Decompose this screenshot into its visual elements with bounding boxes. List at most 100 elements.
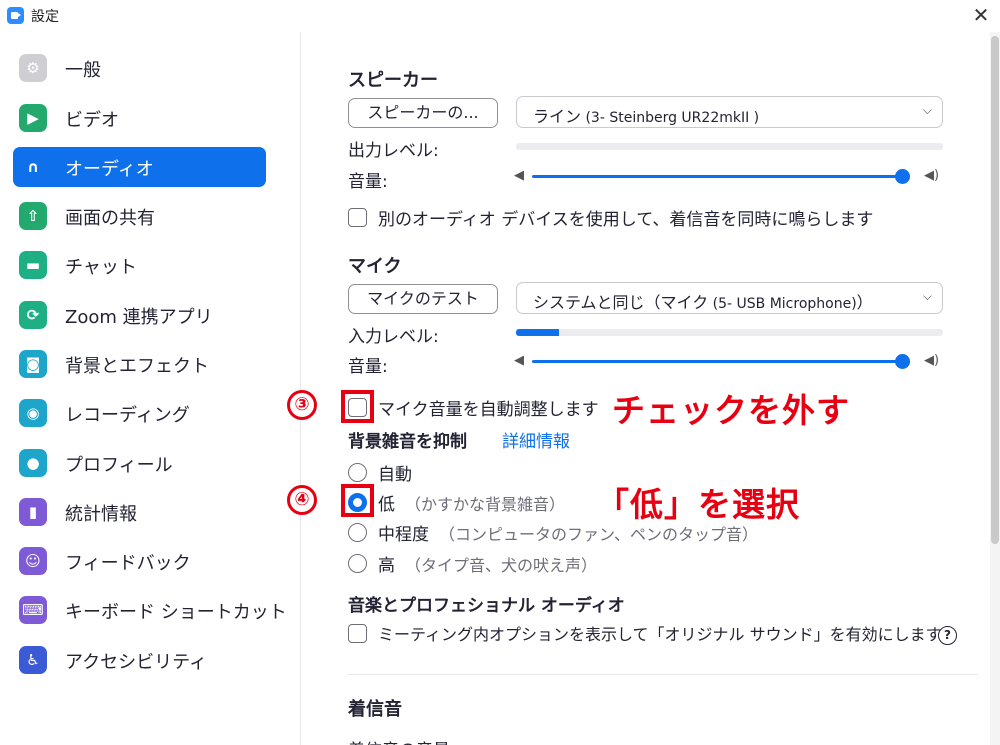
annotation-select-low-text: 「低」を選択 xyxy=(596,485,800,524)
speaker-section-title: スピーカー xyxy=(348,70,438,91)
annotation-highlight-radio xyxy=(341,484,374,517)
sidebar-item-profile[interactable]: ● プロフィール xyxy=(13,443,266,483)
test-mic-button[interactable]: マイクのテスト xyxy=(348,284,498,314)
apps-icon: ⟳ xyxy=(19,301,47,329)
output-level-meter xyxy=(516,143,943,150)
noise-suppression-title: 背景雑音を抑制 xyxy=(348,432,467,452)
sidebar-item-label: 背景とエフェクト xyxy=(65,356,209,377)
original-sound-checkbox[interactable] xyxy=(348,624,367,643)
noise-level-name: 中程度 xyxy=(378,525,429,545)
sidebar-item-gear[interactable]: ⚙ 一般 xyxy=(13,48,266,88)
annotation-highlight-checkbox xyxy=(341,390,374,423)
sidebar-item-label: キーボード ショートカット xyxy=(65,602,287,623)
sidebar-item-label: Zoom 連携アプリ xyxy=(65,307,213,328)
sidebar-item-statistics[interactable]: ▮ 統計情報 xyxy=(13,492,266,532)
profile-icon: ● xyxy=(19,449,47,477)
statistics-icon: ▮ xyxy=(19,498,47,526)
separate-ringtone-device-checkbox[interactable] xyxy=(348,208,367,227)
sidebar-item-label: オーディオ xyxy=(65,159,154,180)
speaker-high-icon: ◀) xyxy=(924,168,940,183)
video-icon: ▶ xyxy=(19,104,47,132)
noise-level-name: 高 xyxy=(378,556,395,576)
record-icon: ◉ xyxy=(19,399,47,427)
gear-icon: ⚙ xyxy=(19,54,47,82)
background-icon: ◙ xyxy=(19,350,47,378)
mic-high-icon: ◀) xyxy=(924,353,940,368)
speaker-device-detail: (3- Steinberg UR22mkII ) xyxy=(581,110,760,126)
noise-level-radio[interactable] xyxy=(348,463,367,482)
headphones-icon: ∩ xyxy=(26,158,40,176)
speaker-device-select[interactable]: ライン (3- Steinberg UR22mkII ) ⌵ xyxy=(516,96,943,128)
sidebar-item-video[interactable]: ▶ ビデオ xyxy=(13,98,266,138)
input-level-label: 入力レベル: xyxy=(348,327,439,347)
test-speaker-button[interactable]: スピーカーの... xyxy=(348,98,498,128)
sidebar-item-label: ビデオ xyxy=(65,110,119,131)
scrollbar-thumb[interactable] xyxy=(991,36,999,544)
noise-level-label: 自動 xyxy=(378,460,422,485)
original-sound-label: ミーティング内オプションを表示して「オリジナル サウンド」を有効にします xyxy=(378,625,942,644)
sidebar-item-label: アクセシビリティ xyxy=(65,652,208,673)
separate-ringtone-device-label: 別のオーディオ デバイスを使用して、着信音を同時に鳴らします xyxy=(378,210,874,230)
mic-device-name: システムと同じ（マイク xyxy=(533,293,709,312)
sidebar-item-apps[interactable]: ⟳ Zoom 連携アプリ xyxy=(13,295,266,335)
mic-section-title: マイク xyxy=(348,256,402,277)
chevron-down-icon: ⌵ xyxy=(922,289,932,303)
noise-level-label: 高 （タイプ音、犬の吠え声） xyxy=(378,551,597,576)
speaker-volume-handle[interactable] xyxy=(895,169,910,184)
output-level-label: 出力レベル: xyxy=(348,141,439,161)
feedback-icon: ☺ xyxy=(19,547,47,575)
noise-level-description: （タイプ音、犬の吠え声） xyxy=(405,556,598,575)
mic-volume-handle[interactable] xyxy=(895,354,910,369)
sidebar-item-background[interactable]: ◙ 背景とエフェクト xyxy=(13,344,266,384)
share-screen-icon: ⇧ xyxy=(19,202,47,230)
speaker-volume-label: 音量: xyxy=(348,172,388,192)
sidebar-item-label: 一般 xyxy=(65,60,101,81)
mic-device-select[interactable]: システムと同じ（マイク (5- USB Microphone)） ⌵ xyxy=(516,282,943,314)
sidebar-item-chat[interactable]: ▬ チャット xyxy=(13,245,266,285)
ringtone-section-title: 着信音 xyxy=(348,699,402,720)
annotation-step-4: ④ xyxy=(287,485,317,515)
mic-volume-label: 音量: xyxy=(348,357,388,377)
mic-volume-track xyxy=(532,360,902,363)
speaker-low-icon: ◀ xyxy=(514,168,524,183)
noise-level-label: 低 （かすかな背景雑音） xyxy=(378,490,565,515)
help-icon[interactable]: ? xyxy=(938,626,957,645)
speaker-device-name: ライン xyxy=(533,107,582,126)
sidebar-item-label: プロフィール xyxy=(65,455,173,476)
noise-level-name: 自動 xyxy=(378,465,412,485)
auto-adjust-mic-label: マイク音量を自動調整します xyxy=(378,400,599,420)
keyboard-icon: ⌨ xyxy=(19,596,47,624)
input-level-fill xyxy=(516,329,559,336)
learn-more-link[interactable]: 詳細情報 xyxy=(502,427,570,452)
chevron-down-icon: ⌵ xyxy=(922,103,932,117)
ringtone-volume-label: 着信音の音量 xyxy=(348,736,450,745)
sidebar-item-label: チャット xyxy=(65,257,137,278)
annotation-step-3: ③ xyxy=(287,390,317,420)
speaker-volume-track xyxy=(532,175,902,178)
sidebar-item-headphones[interactable]: ∩ オーディオ xyxy=(13,147,266,187)
section-divider xyxy=(348,674,978,675)
mic-low-icon: ◀ xyxy=(514,353,524,368)
accessibility-icon: ♿ xyxy=(19,646,47,674)
sidebar-item-share-screen[interactable]: ⇧ 画面の共有 xyxy=(13,196,266,236)
noise-level-name: 低 xyxy=(378,495,395,515)
sidebar-item-label: フィードバック xyxy=(65,553,191,574)
mic-device-close-paren: ） xyxy=(856,293,873,312)
sidebar-item-accessibility[interactable]: ♿ アクセシビリティ xyxy=(13,640,266,680)
chat-icon: ▬ xyxy=(19,251,47,279)
sidebar-item-record[interactable]: ◉ レコーディング xyxy=(13,393,266,433)
mic-device-detail: (5- USB Microphone) xyxy=(708,296,857,312)
sidebar-item-keyboard[interactable]: ⌨ キーボード ショートカット xyxy=(13,590,287,630)
sidebar-item-label: レコーディング xyxy=(65,405,190,426)
settings-sidebar: ⚙ 一般 ▶ ビデオ ∩ オーディオ ⇧ 画面の共有 ▬ チャット ⟳ Zoom 連携アプリ ◙ 背景とエ… xyxy=(0,32,301,745)
window-title: 設定 xyxy=(31,9,59,25)
input-level-meter xyxy=(516,329,943,336)
close-button[interactable]: ✕ xyxy=(966,2,996,28)
noise-level-radio[interactable] xyxy=(348,554,367,573)
music-audio-title: 音楽とプロフェショナル オーディオ xyxy=(348,596,625,616)
sidebar-item-feedback[interactable]: ☺ フィードバック xyxy=(13,541,266,581)
title-bar: 設定 ✕ xyxy=(0,0,1000,32)
noise-level-radio[interactable] xyxy=(348,523,367,542)
zoom-app-icon xyxy=(7,7,24,24)
annotation-uncheck-text: チェックを外す xyxy=(612,391,850,430)
